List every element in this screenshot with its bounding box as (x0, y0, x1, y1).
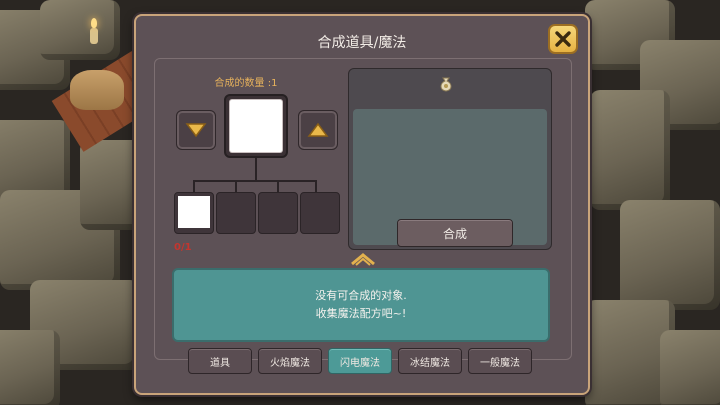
quantity-label: 合成的数量 :1 (214, 78, 278, 89)
decrease-quantity-button[interactable] (176, 110, 216, 150)
connector-line (193, 180, 317, 182)
tab-ice-magic[interactable]: 冰结魔法 (398, 348, 462, 374)
message-line-2: 收集魔法配方吧~! (315, 307, 407, 320)
result-item-preview (230, 100, 282, 152)
tab-general-magic[interactable]: 一般魔法 (468, 348, 532, 374)
result-panel: 合成 (348, 68, 552, 250)
info-message-box: 没有可合成的对象. 收集魔法配方吧~! (172, 268, 550, 342)
close-button[interactable] (548, 24, 578, 54)
material-slot-2[interactable] (216, 192, 256, 234)
message-line-1: 没有可合成的对象. (315, 289, 407, 302)
connector-line (277, 180, 279, 192)
triangle-up-icon (307, 122, 329, 137)
recipe-area: 合成的数量 :1 0/1 (160, 66, 340, 253)
connector-line (315, 180, 317, 192)
tab-items[interactable]: 道具 (188, 348, 252, 374)
material-slot-1[interactable] (174, 192, 214, 234)
connector-line (193, 180, 195, 192)
triangle-down-icon (185, 123, 207, 138)
material-slot-3[interactable] (258, 192, 298, 234)
money-bag-icon (440, 77, 452, 92)
synthesis-dialog: 合成道具/魔法 合成的数量 :1 0/1 合成 没有可合成的对象. 收集魔法配方… (134, 14, 590, 395)
tab-fire-magic[interactable]: 火焰魔法 (258, 348, 322, 374)
tab-lightning-magic[interactable]: 闪电魔法 (328, 348, 392, 374)
increase-quantity-button[interactable] (298, 110, 338, 150)
connector-line (235, 180, 237, 192)
dialog-title: 合成道具/魔法 (317, 35, 407, 51)
category-tabs: 道具 火焰魔法 闪电魔法 冰结魔法 一般魔法 (188, 348, 538, 374)
connector-line (255, 158, 257, 180)
result-item-slot[interactable] (224, 94, 288, 158)
material-count: 0/1 (174, 242, 192, 253)
material-item-preview (178, 196, 210, 228)
chevron-up-icon[interactable] (350, 252, 376, 266)
close-x-icon (555, 31, 571, 47)
compose-button[interactable]: 合成 (397, 219, 513, 247)
material-slot-4[interactable] (300, 192, 340, 234)
